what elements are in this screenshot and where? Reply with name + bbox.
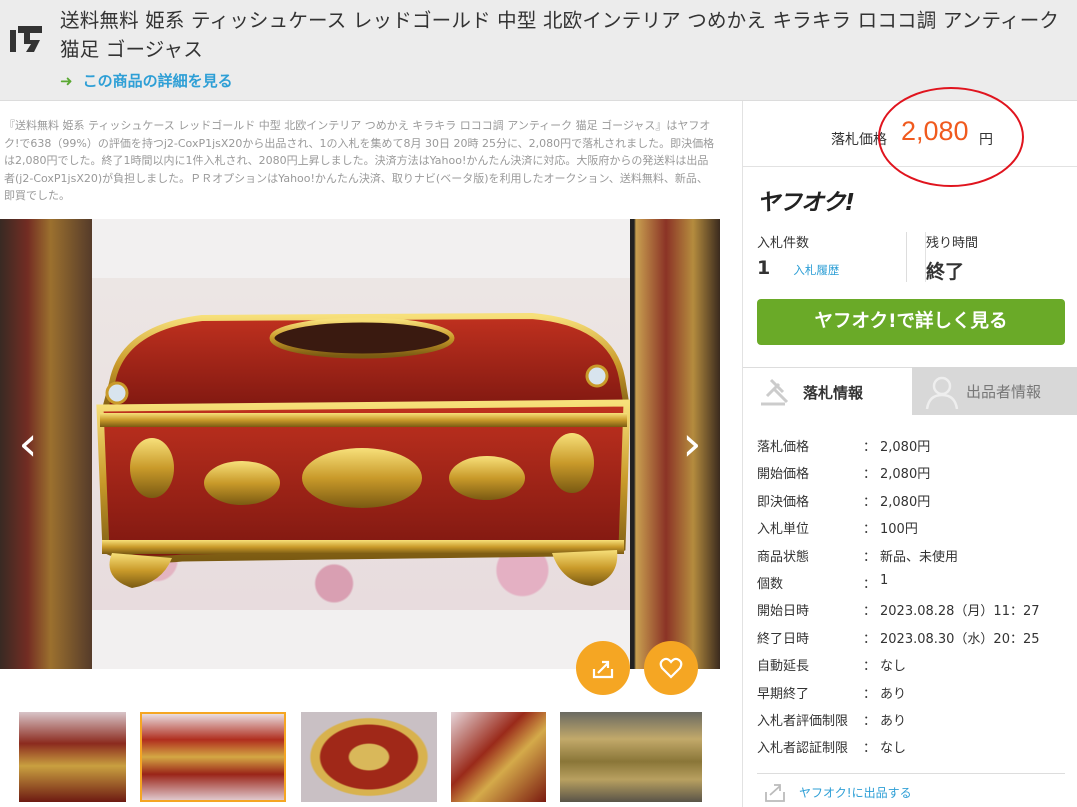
remaining-time-value: 終了 bbox=[926, 261, 965, 283]
info-key: 入札者認証制限 bbox=[757, 741, 849, 757]
info-value: なし bbox=[880, 659, 907, 675]
info-key: 即決価格 bbox=[757, 494, 810, 510]
info-row: 個数 ： 1 bbox=[757, 568, 1067, 595]
info-key: 商品状態 bbox=[757, 549, 810, 565]
tab-winning-info[interactable]: 落札情報 bbox=[743, 367, 912, 415]
gavel-icon bbox=[761, 378, 789, 406]
info-key: 終了日時 bbox=[757, 631, 810, 647]
info-value: あり bbox=[880, 713, 907, 729]
info-value: 1 bbox=[880, 572, 889, 588]
info-separator: ： bbox=[863, 522, 877, 538]
info-separator: ： bbox=[863, 604, 877, 620]
bid-count-block: 入札件数 1 入札履歴 bbox=[757, 232, 907, 282]
info-separator: ： bbox=[863, 713, 877, 729]
tab-seller-info[interactable]: 出品者情報 bbox=[912, 367, 1077, 415]
info-row: 入札者認証制限 ：なし bbox=[757, 732, 1067, 759]
info-separator: ： bbox=[863, 576, 877, 592]
info-value: 2,080円 bbox=[880, 467, 931, 483]
info-key: 入札者評価制限 bbox=[757, 713, 849, 729]
info-key: 自動延長 bbox=[757, 659, 810, 675]
heart-icon bbox=[659, 657, 683, 679]
info-row: 開始日時 ： 2023.08.28（月）11：27 bbox=[757, 595, 1067, 622]
thumbnail-3[interactable] bbox=[301, 712, 437, 802]
info-row: 早期終了 ：あり bbox=[757, 678, 1067, 705]
sell-link-box: ヤフオク!に出品する bbox=[757, 773, 1065, 807]
thumbnail-4[interactable] bbox=[451, 712, 546, 802]
info-value: 2,080円 bbox=[880, 440, 931, 455]
info-row: 落札価格 ： 2,080円 bbox=[757, 431, 1067, 458]
info-value: 2023.08.30（水）20：25 bbox=[880, 631, 1040, 647]
view-on-yahuoku-button[interactable]: ヤフオク!で詳しく見る bbox=[757, 299, 1065, 345]
info-separator: ： bbox=[863, 549, 877, 565]
product-detail-link[interactable]: ➜ この商品の詳細を見る bbox=[60, 70, 233, 91]
remaining-time-block: 残り時間 終了 bbox=[925, 232, 1065, 283]
share-button[interactable] bbox=[576, 641, 630, 695]
info-row: 自動延長 ：なし bbox=[757, 650, 1067, 677]
product-detail-link-label: この商品の詳細を見る bbox=[82, 72, 233, 90]
share-icon bbox=[592, 660, 614, 679]
chevron-right-icon[interactable]: › bbox=[672, 414, 712, 474]
winning-info-list: 落札価格： 2,080円 開始価格： 2,080円 即決価格： 2,080円 入札単位… bbox=[757, 431, 1067, 760]
info-key: 開始日時 bbox=[757, 604, 810, 620]
yahuoku-brand-logo: ヤフオク! bbox=[757, 190, 855, 216]
price-value: 2,080 bbox=[901, 116, 969, 146]
info-separator: ： bbox=[863, 467, 877, 483]
arrow-right-icon: ➜ bbox=[60, 72, 73, 90]
thumbnail-2[interactable] bbox=[140, 712, 286, 802]
info-row: 商品状態 ：新品、未使用 bbox=[757, 541, 1067, 568]
upload-box-icon bbox=[765, 784, 785, 802]
info-separator: ： bbox=[863, 659, 877, 675]
bid-count-label: 入札件数 bbox=[757, 236, 810, 251]
info-separator: ： bbox=[863, 741, 877, 757]
info-separator: ： bbox=[863, 686, 877, 702]
info-key: 開始価格 bbox=[757, 467, 810, 483]
favorite-button[interactable] bbox=[644, 641, 698, 695]
info-value: あり bbox=[880, 686, 907, 702]
page-header: 送料無料 姫系 ティッシュケース レッドゴールド 中型 北欧インテリア つめかえ… bbox=[0, 0, 1077, 101]
info-key: 個数 bbox=[757, 576, 784, 592]
sell-on-yahuoku-link[interactable]: ヤフオク!に出品する bbox=[799, 784, 912, 801]
info-row: 入札者評価制限 ：あり bbox=[757, 705, 1067, 732]
user-icon bbox=[925, 376, 959, 410]
info-row: 入札単位 ： 100円 bbox=[757, 513, 1067, 540]
bid-history-link[interactable]: 入札履歴 bbox=[793, 263, 839, 277]
info-key: 落札価格 bbox=[757, 440, 810, 455]
tab-winning-info-label: 落札情報 bbox=[803, 384, 864, 402]
info-key: 早期終了 bbox=[757, 686, 810, 702]
info-row: 開始価格 ： 2,080円 bbox=[757, 458, 1067, 485]
info-separator: ： bbox=[863, 631, 877, 647]
bid-stats: 入札件数 1 入札履歴 残り時間 終了 bbox=[757, 232, 1067, 286]
info-key: 入札単位 bbox=[757, 522, 810, 538]
chevron-left-icon[interactable]: ‹ bbox=[8, 414, 48, 474]
bid-count-value: 1 bbox=[757, 257, 771, 279]
auction-description: 『送料無料 姫系 ティッシュケース レッドゴールド 中型 北欧インテリア つめか… bbox=[4, 119, 715, 202]
info-separator: ： bbox=[863, 440, 877, 455]
product-photo bbox=[92, 278, 630, 610]
info-value: 100円 bbox=[880, 522, 918, 538]
info-value: 2023.08.28（月）11：27 bbox=[880, 604, 1040, 620]
info-value: 2,080円 bbox=[880, 494, 931, 510]
image-gallery bbox=[0, 219, 720, 669]
info-value: なし bbox=[880, 741, 907, 757]
info-row: 即決価格 ： 2,080円 bbox=[757, 486, 1067, 513]
thumbnail-1[interactable] bbox=[19, 712, 126, 802]
tab-seller-info-label: 出品者情報 bbox=[966, 383, 1042, 401]
price-unit: 円 bbox=[979, 132, 993, 148]
remaining-time-label: 残り時間 bbox=[926, 236, 979, 251]
info-tabs: 落札情報 出品者情報 bbox=[743, 367, 1077, 415]
info-separator: ： bbox=[863, 494, 877, 510]
winning-price-box: 落札価格 2,080 円 bbox=[743, 87, 1077, 187]
auction-info-panel: 落札価格 2,080 円 ヤフオク! 入札件数 1 入札履歴 残り時間 終了 ヤ… bbox=[742, 87, 1077, 807]
info-value: 新品、未使用 bbox=[880, 549, 959, 565]
info-row: 終了日時 ： 2023.08.30（水）20：25 bbox=[757, 623, 1067, 650]
page-title: 送料無料 姫系 ティッシュケース レッドゴールド 中型 北欧インテリア つめかえ… bbox=[60, 9, 1060, 61]
main-product-image[interactable] bbox=[92, 219, 630, 669]
price-label: 落札価格 bbox=[831, 132, 887, 148]
thumbnail-5[interactable] bbox=[560, 712, 702, 802]
yahuoku-logo-icon[interactable] bbox=[10, 24, 44, 54]
tissue-case-illustration bbox=[96, 312, 630, 588]
